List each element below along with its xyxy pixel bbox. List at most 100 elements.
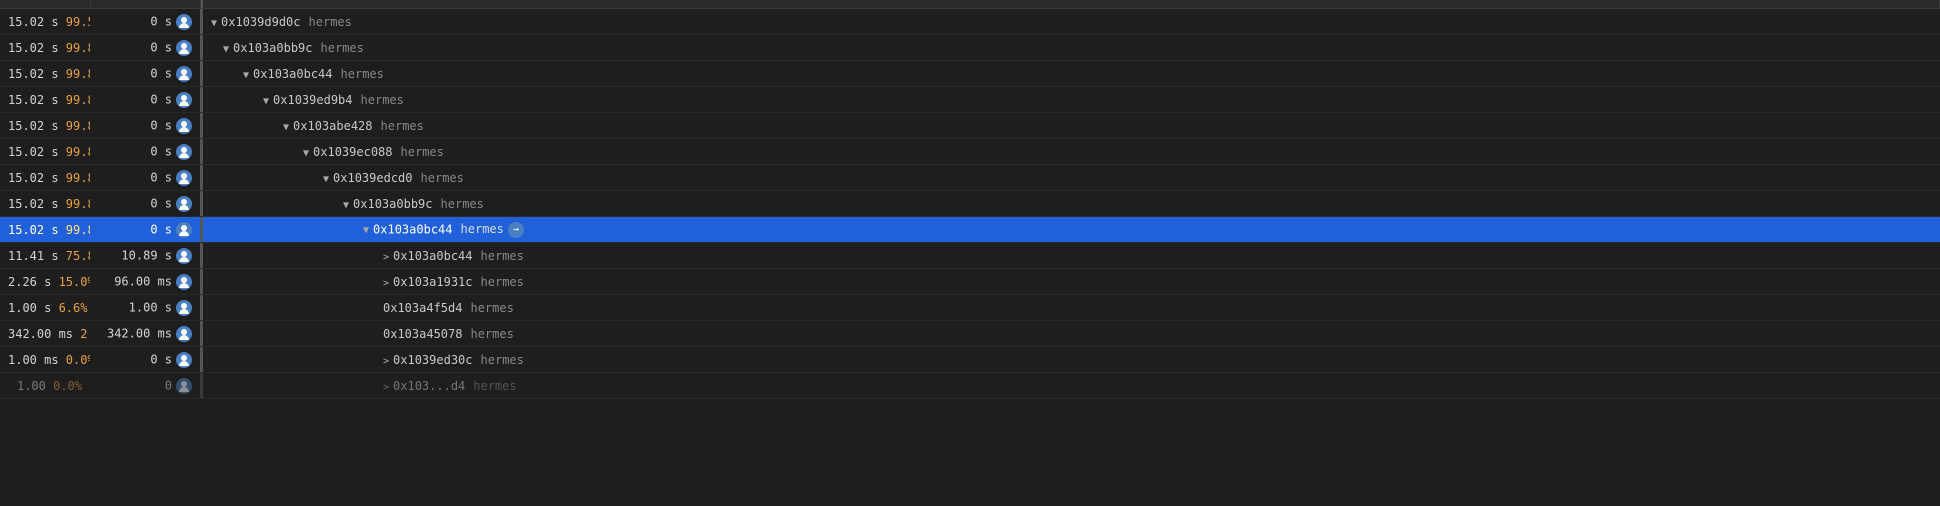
weight-header[interactable] bbox=[0, 0, 90, 9]
table-row[interactable]: 1.00 s 6.6%1.00 s0x103a4f5d4hermes bbox=[0, 295, 1940, 321]
self-weight-cell: 0 s bbox=[90, 165, 200, 191]
weight-cell: 1.00 s 6.6% bbox=[0, 295, 90, 321]
self-weight-value: 0 s bbox=[150, 170, 172, 184]
table-row[interactable]: 15.02 s 99.8%0 s▼0x103a0bb9chermes bbox=[0, 35, 1940, 61]
user-icon bbox=[176, 352, 192, 368]
self-weight-header[interactable] bbox=[90, 0, 200, 9]
symbol-address: 0x1039ed9b4 bbox=[273, 93, 352, 107]
navigate-arrow-icon[interactable]: → bbox=[508, 222, 524, 238]
self-weight-cell: 0 s bbox=[90, 61, 200, 87]
symbol-cell: ▼ 0x103a0bb9c hermes bbox=[203, 35, 1940, 61]
expand-chevron[interactable]: ▼ bbox=[323, 174, 329, 185]
self-weight-value: 0 s bbox=[150, 40, 172, 54]
weight-value: 1.00 ms bbox=[8, 353, 66, 367]
weight-value: 15.02 s bbox=[8, 145, 66, 159]
symbol-cell: ▼0x103a0bb9chermes bbox=[203, 191, 1940, 217]
expand-chevron[interactable]: ▼ bbox=[243, 70, 249, 81]
symbol-address: 0x103...d4 bbox=[393, 379, 465, 393]
weight-percent: 99.8% bbox=[66, 171, 90, 185]
weight-percent: 0.0% bbox=[53, 379, 82, 393]
symbol-cell: ▼ 0x103a0bc44 hermes bbox=[203, 61, 1940, 87]
table-row[interactable]: 15.02 s 99.8% 0 s ▼ 0x103a0bc44 hermes bbox=[0, 61, 1940, 87]
self-weight-value: 0 s bbox=[150, 66, 172, 80]
user-icon bbox=[176, 196, 192, 212]
symbol-cell: 0x103a45078hermes bbox=[203, 321, 1940, 347]
user-icon bbox=[176, 118, 192, 134]
symbol-library: hermes bbox=[361, 93, 404, 107]
table-row[interactable]: 15.02 s 99.8%0 s▼0x1039ec088hermes bbox=[0, 139, 1940, 165]
table-row[interactable]: 15.02 s 99.8% 0 s ▼0x1039edcd0hermes bbox=[0, 165, 1940, 191]
table-row[interactable]: 1.00 ms 0.0%0 s>0x1039ed30chermes bbox=[0, 347, 1940, 373]
weight-value: 15.02 s bbox=[8, 171, 66, 185]
user-icon bbox=[176, 378, 192, 394]
self-weight-cell: 0 s bbox=[90, 139, 200, 165]
weight-percent: 75.8% bbox=[66, 249, 90, 263]
symbol-cell: ▼0x103abe428hermes bbox=[203, 113, 1940, 139]
table-row[interactable]: 1.00 0.0%0>0x103...d4hermes bbox=[0, 373, 1940, 399]
weight-value: 15.02 s bbox=[8, 15, 66, 29]
self-weight-value: 96.00 ms bbox=[114, 274, 172, 288]
symbol-cell: >0x103a0bc44hermes bbox=[203, 243, 1940, 269]
expand-chevron[interactable]: ▼ bbox=[211, 18, 217, 29]
user-icon bbox=[176, 222, 192, 238]
symbol-address: 0x103a0bb9c bbox=[233, 41, 312, 55]
table-row[interactable]: 15.02 s 99.8%0 s▼0x103a0bc44hermes→ bbox=[0, 217, 1940, 243]
weight-cell: 1.00 0.0% bbox=[0, 373, 90, 399]
weight-cell: 2.26 s 15.0% bbox=[0, 269, 90, 295]
self-weight-value: 0 s bbox=[150, 14, 172, 28]
table-row[interactable]: 15.02 s 99.8%0 s▼0x1039ed9b4hermes bbox=[0, 87, 1940, 113]
expand-chevron[interactable]: > bbox=[383, 356, 389, 367]
table-row[interactable]: 15.02 s 99.8%0 s▼0x103a0bb9chermes bbox=[0, 191, 1940, 217]
symbol-library: hermes bbox=[481, 275, 524, 289]
weight-percent: 99.8% bbox=[66, 67, 90, 81]
expand-chevron[interactable]: ▼ bbox=[303, 148, 309, 159]
expand-chevron[interactable]: ▼ bbox=[283, 122, 289, 133]
symbol-name-header[interactable] bbox=[203, 0, 1940, 9]
table-row[interactable]: 15.02 s 99.8%0 s▼0x103abe428hermes bbox=[0, 113, 1940, 139]
expand-chevron[interactable]: > bbox=[383, 278, 389, 289]
weight-value: 15.02 s bbox=[8, 119, 66, 133]
weight-percent: 99.8% bbox=[66, 41, 90, 55]
symbol-library: hermes bbox=[341, 67, 384, 81]
weight-value: 15.02 s bbox=[8, 67, 66, 81]
symbol-address: 0x103a4f5d4 bbox=[383, 301, 462, 315]
table-row[interactable]: 11.41 s 75.8%10.89 s>0x103a0bc44hermes bbox=[0, 243, 1940, 269]
symbol-address: 0x1039d9d0c bbox=[221, 15, 300, 29]
expand-chevron[interactable]: ▼ bbox=[263, 96, 269, 107]
weight-cell: 15.02 s 99.8% bbox=[0, 191, 90, 217]
user-icon bbox=[176, 300, 192, 316]
self-weight-cell: 0 s bbox=[90, 347, 200, 373]
symbol-library: hermes bbox=[421, 171, 464, 185]
symbol-library: hermes bbox=[321, 41, 364, 55]
expand-chevron[interactable]: > bbox=[383, 252, 389, 263]
symbol-cell: ▼0x1039edcd0hermes bbox=[203, 165, 1940, 191]
table-row[interactable]: 342.00 ms 2.2%342.00 ms0x103a45078hermes bbox=[0, 321, 1940, 347]
weight-cell: 342.00 ms 2.2% bbox=[0, 321, 90, 347]
weight-value: 11.41 s bbox=[8, 249, 66, 263]
symbol-library: hermes bbox=[481, 353, 524, 367]
weight-percent: 99.8% bbox=[66, 145, 90, 159]
self-weight-value: 0 s bbox=[150, 144, 172, 158]
expand-chevron[interactable]: ▼ bbox=[363, 225, 369, 236]
expand-chevron[interactable]: ▼ bbox=[223, 44, 229, 55]
weight-percent: 15.0% bbox=[59, 275, 90, 289]
symbol-cell: ▼0x1039d9d0chermes bbox=[203, 9, 1940, 35]
self-weight-value: 0 s bbox=[150, 352, 172, 366]
expand-chevron[interactable]: > bbox=[383, 382, 389, 393]
weight-value: 15.02 s bbox=[8, 197, 66, 211]
expand-chevron[interactable]: ▼ bbox=[343, 200, 349, 211]
symbol-cell: ▼ 0x1039ed9b4 hermes bbox=[203, 87, 1940, 113]
user-icon bbox=[176, 40, 192, 56]
weight-cell: 15.02 s 99.8% bbox=[0, 61, 90, 87]
weight-percent: 99.8% bbox=[66, 119, 90, 133]
user-icon bbox=[176, 326, 192, 342]
table-row[interactable]: 2.26 s 15.0%96.00 ms>0x103a1931chermes bbox=[0, 269, 1940, 295]
self-weight-cell: 0 s bbox=[90, 113, 200, 139]
user-icon bbox=[176, 14, 192, 30]
symbol-address: 0x103a0bc44 bbox=[253, 67, 332, 81]
weight-percent: 99.8% bbox=[66, 197, 90, 211]
weight-value: 1.00 bbox=[17, 379, 53, 393]
table-row[interactable]: 15.02 s 99.5%0 s▼0x1039d9d0chermes bbox=[0, 9, 1940, 35]
self-weight-cell: 10.89 s bbox=[90, 243, 200, 269]
symbol-address: 0x103a0bc44 bbox=[393, 249, 472, 263]
